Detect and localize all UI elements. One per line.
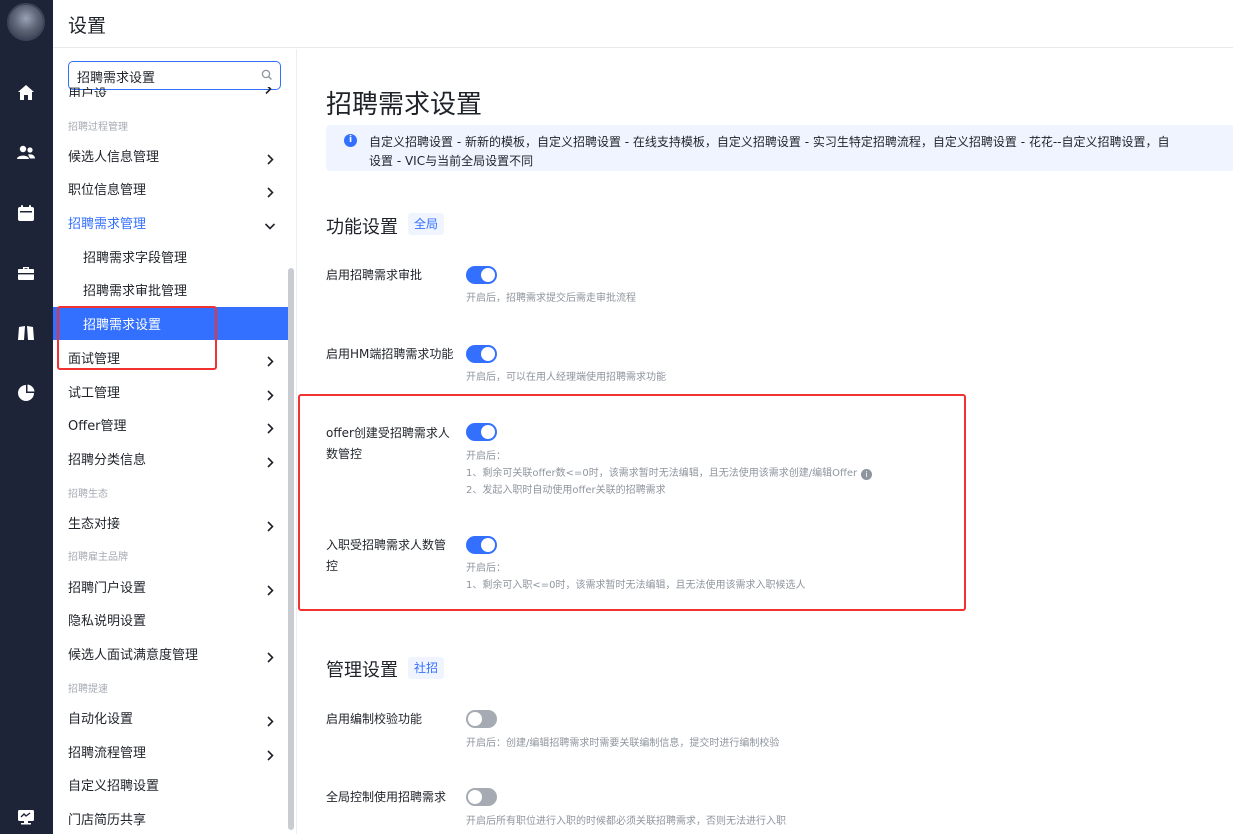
home-icon[interactable] [15, 82, 37, 104]
chevron-down-icon [264, 217, 276, 230]
sidebar-item-satisfaction[interactable]: 候选人面试满意度管理 [53, 637, 289, 670]
settings-sidebar: 招聘需求设置 用户设置 招聘过程管理 候选人信息管理 职位信息管理 招聘需求管理… [53, 49, 297, 834]
sidebar-item-trial[interactable]: 试工管理 [53, 375, 289, 408]
toggle-approval[interactable] [466, 266, 497, 284]
chevron-right-icon [265, 517, 275, 532]
toggle-knob [468, 712, 482, 726]
notice-banner: i 自定义招聘设置 - 新新的模板，自定义招聘设置 - 在线支持模板，自定义招聘… [326, 125, 1233, 171]
briefcase-icon[interactable] [15, 262, 37, 284]
sidebar-item-store-share[interactable]: 门店简历共享 [53, 802, 289, 834]
chevron-right-icon [265, 352, 275, 367]
setting-desc-hm: 开启后，可以在用人经理端使用招聘需求功能 [466, 372, 666, 383]
chevron-right-icon [265, 183, 275, 198]
sidebar-item-req-field[interactable]: 招聘需求字段管理 [53, 240, 289, 273]
chevron-right-icon [265, 150, 275, 165]
search-input-value[interactable]: 招聘需求设置 [77, 67, 155, 86]
sidebar-item-offer[interactable]: Offer管理 [53, 408, 289, 441]
setting-desc-approval: 开启后，招聘需求提交后需走审批流程 [466, 293, 636, 304]
page-header-title: 设置 [68, 15, 107, 37]
group-label-process: 招聘过程管理 [68, 122, 128, 133]
chevron-right-icon [263, 87, 273, 95]
sidebar-item-portal[interactable]: 招聘门户设置 [53, 570, 289, 603]
highlight-box-menu [57, 306, 217, 370]
setting-label-global-control: 全局控制使用招聘需求 [326, 790, 447, 804]
toggle-global-control[interactable] [466, 788, 497, 806]
sidebar-item-partial[interactable]: 用户设置 [68, 87, 118, 97]
page-title: 招聘需求设置 [326, 90, 483, 120]
setting-desc-global-control: 开启后所有职位进行入职的时候都必须关联招聘需求，否则无法进行入职 [466, 816, 786, 827]
chevron-right-icon [265, 648, 275, 663]
scope-tag-social: 社招 [408, 657, 445, 679]
toggle-knob [468, 790, 482, 804]
sidebar-item-requirement-mgmt[interactable]: 招聘需求管理 [53, 206, 289, 239]
app-window: 设置 招聘需求设置 用户设置 招聘过程管理 候选人信息管理 职位信息管理 招聘需… [0, 0, 1233, 834]
users-icon[interactable] [15, 142, 37, 164]
monitor-icon[interactable] [15, 806, 37, 828]
group-label-brand: 招聘雇主品牌 [68, 552, 128, 563]
info-icon: i [344, 134, 357, 147]
sidebar-item-category[interactable]: 招聘分类信息 [53, 442, 289, 475]
sidebar-item-process[interactable]: 招聘流程管理 [53, 735, 289, 768]
section-title-function: 功能设置 [326, 217, 398, 238]
group-label-ecosystem: 招聘生态 [68, 489, 108, 500]
toggle-knob [481, 268, 495, 282]
notice-text-line2: 设置 - VIC与当前全局设置不同 [369, 154, 534, 168]
chevron-right-icon [265, 419, 275, 434]
section-title-management: 管理设置 [326, 660, 398, 681]
top-header: 设置 [53, 0, 1233, 48]
chevron-right-icon [265, 581, 275, 596]
group-label-speedup: 招聘提速 [68, 684, 108, 695]
pie-chart-icon[interactable] [15, 382, 37, 404]
toggle-knob [481, 347, 495, 361]
setting-label-hm: 启用HM端招聘需求功能 [326, 347, 454, 361]
sidebar-item-position-info[interactable]: 职位信息管理 [53, 172, 289, 205]
chevron-right-icon [265, 386, 275, 401]
search-input[interactable]: 招聘需求设置 [68, 61, 281, 90]
chevron-right-icon [265, 453, 275, 468]
notice-text-line1: 自定义招聘设置 - 新新的模板，自定义招聘设置 - 在线支持模板，自定义招聘设置… [369, 135, 1170, 149]
book-icon[interactable] [15, 322, 37, 344]
toggle-headcount-check[interactable] [466, 710, 497, 728]
toggle-hm[interactable] [466, 345, 497, 363]
avatar[interactable] [7, 3, 45, 41]
sidebar-item-eco-connect[interactable]: 生态对接 [53, 506, 289, 539]
search-icon[interactable] [261, 69, 273, 81]
highlight-box-settings [298, 394, 966, 611]
setting-desc-headcount-check: 开启后：创建/编辑招聘需求时需要关联编制信息，提交时进行编制校验 [466, 738, 780, 749]
sidebar-scrollbar[interactable] [288, 268, 294, 830]
sidebar-item-req-approval[interactable]: 招聘需求审批管理 [53, 273, 289, 306]
chevron-right-icon [265, 746, 275, 761]
chevron-right-icon [265, 712, 275, 727]
icon-rail [0, 0, 53, 834]
sidebar-item-candidate-info[interactable]: 候选人信息管理 [53, 139, 289, 172]
scope-tag-global: 全局 [408, 213, 445, 235]
sidebar-item-custom[interactable]: 自定义招聘设置 [53, 768, 289, 801]
sidebar-item-privacy[interactable]: 隐私说明设置 [53, 603, 289, 636]
sidebar-item-automation[interactable]: 自动化设置 [53, 701, 289, 734]
calendar-icon[interactable] [15, 202, 37, 224]
setting-label-approval: 启用招聘需求审批 [326, 268, 423, 282]
setting-label-headcount-check: 启用编制校验功能 [326, 712, 423, 726]
